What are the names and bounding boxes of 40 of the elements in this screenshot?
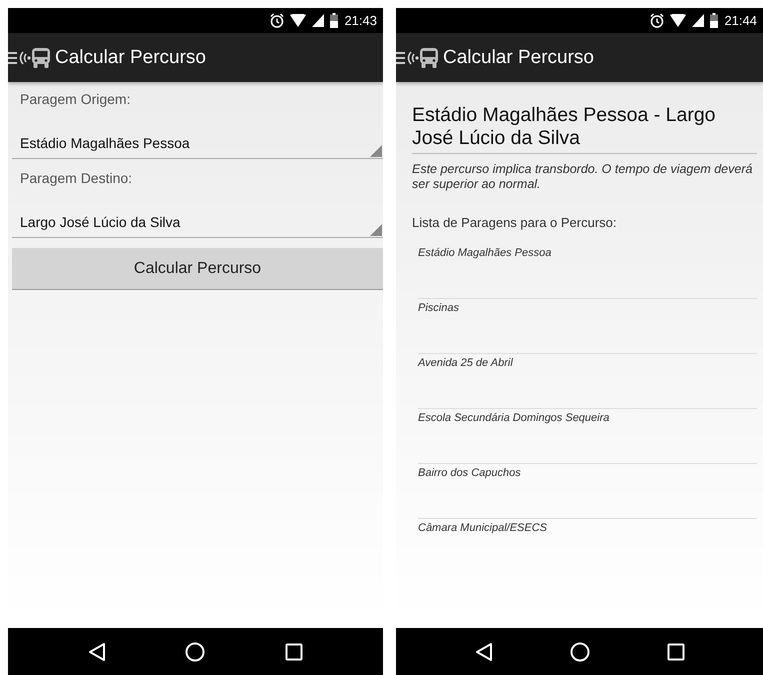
wifi-icon	[290, 14, 306, 27]
back-icon[interactable]	[88, 642, 106, 662]
calculate-button[interactable]: Calcular Percurso	[12, 248, 383, 290]
dropdown[interactable]: Largo José Lúcio da Silva	[12, 207, 383, 238]
home-icon[interactable]	[570, 642, 590, 662]
status-time: 21:43	[344, 13, 377, 28]
bus-icon	[31, 46, 51, 68]
menu-icon[interactable]	[396, 50, 405, 64]
dropdown-arrow-icon	[370, 224, 382, 236]
wifi-icon	[670, 14, 686, 27]
menu-icon[interactable]	[8, 50, 17, 64]
field-label: Paragem Destino:	[19, 169, 134, 188]
alarm-icon	[650, 13, 664, 28]
recents-icon[interactable]	[285, 642, 304, 660]
stop-item[interactable]: Bairro dos Capuchos	[412, 464, 757, 518]
field-label: Paragem Origem:	[19, 90, 132, 109]
signal-waves-icon	[405, 50, 419, 66]
dropdown[interactable]: Estádio Magalhães Pessoa	[12, 128, 383, 159]
signal-waves-icon	[17, 50, 31, 66]
signal-icon	[312, 14, 324, 27]
stop-item[interactable]: Piscinas	[412, 299, 757, 353]
home-icon[interactable]	[185, 642, 206, 662]
bus-icon	[419, 46, 439, 68]
dropdown-arrow-icon	[370, 145, 382, 157]
status-time: 21:44	[724, 13, 757, 28]
stop-item[interactable]: Estádio Magalhães Pessoa	[412, 244, 757, 298]
back-icon[interactable]	[474, 642, 492, 662]
battery-icon	[710, 13, 718, 28]
signal-icon	[692, 14, 704, 27]
route-heading: Estádio Magalhães Pessoa - Largo José Lúcio da Silva	[412, 104, 757, 154]
app-title: Calcular Percurso	[55, 46, 206, 68]
stop-item[interactable]: Câmara Municipal/ESECS	[412, 519, 757, 573]
stop-item[interactable]: Avenida 25 de Abril	[412, 354, 757, 408]
stop-item[interactable]: Escola Secundária Domingos Sequeira	[412, 409, 757, 463]
list-title: Lista de Paragens para o Percurso:	[412, 215, 618, 230]
transfer-note: Este percurso implica transbordo. O tempo de viagem deverá ser superior ao normal.	[412, 162, 754, 192]
app-title: Calcular Percurso	[443, 46, 594, 68]
battery-icon	[330, 13, 338, 28]
recents-icon[interactable]	[666, 642, 684, 660]
alarm-icon	[270, 13, 284, 28]
